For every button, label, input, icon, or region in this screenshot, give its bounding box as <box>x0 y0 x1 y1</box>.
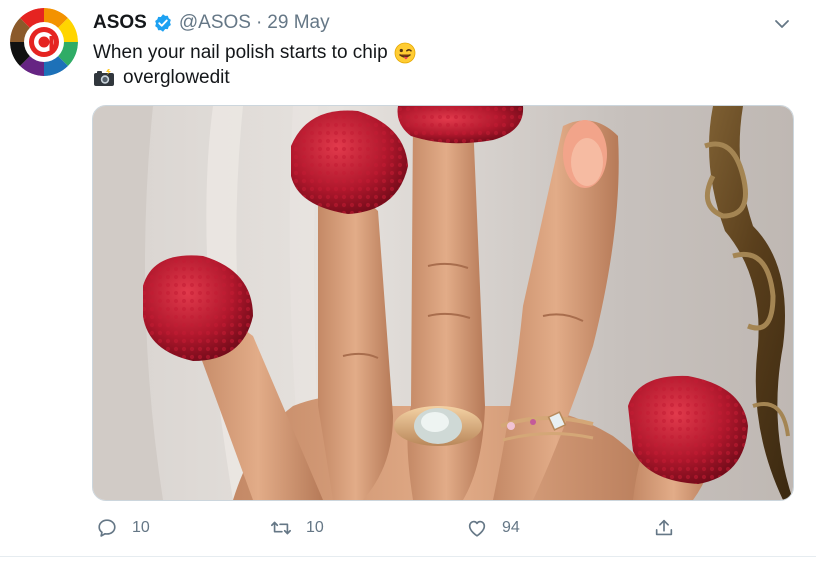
tweet[interactable]: ASOS @ASOS · 29 May When your nail polis… <box>0 0 816 565</box>
retweet-icon <box>271 521 291 535</box>
tweet-text: When your nail polish starts to chip ove… <box>93 40 416 90</box>
tweet-divider <box>0 556 816 557</box>
separator-dot: · <box>255 12 263 33</box>
like-count: 94 <box>502 519 520 536</box>
tweet-text-line1: When your nail polish starts to chip <box>93 42 388 63</box>
display-name[interactable]: ASOS <box>93 12 147 34</box>
share-icon <box>655 519 673 536</box>
winking-face-tongue-emoji-icon <box>394 42 416 64</box>
hand-raspberries-photo <box>93 106 793 500</box>
tweet-header: ASOS @ASOS · 29 May <box>93 10 330 36</box>
handle[interactable]: @ASOS <box>179 12 251 34</box>
tweet-actions: 10 10 94 <box>92 510 792 546</box>
share-button[interactable] <box>653 510 689 546</box>
reply-button[interactable]: 10 <box>96 510 150 546</box>
tweet-media-image[interactable] <box>92 105 794 501</box>
camera-with-flash-emoji-icon <box>93 68 115 88</box>
reply-icon <box>98 519 116 537</box>
reply-count: 10 <box>132 519 150 536</box>
retweet-count: 10 <box>306 519 324 536</box>
verified-badge-icon <box>153 13 173 33</box>
avatar[interactable] <box>10 8 78 76</box>
chevron-down-icon[interactable] <box>771 13 793 35</box>
tweet-date[interactable]: 29 May <box>267 12 329 34</box>
asos-logo-icon <box>10 8 78 76</box>
photo-credit: overglowedit <box>123 67 230 88</box>
heart-icon <box>468 520 486 537</box>
retweet-button[interactable]: 10 <box>270 510 324 546</box>
like-button[interactable]: 94 <box>466 510 520 546</box>
